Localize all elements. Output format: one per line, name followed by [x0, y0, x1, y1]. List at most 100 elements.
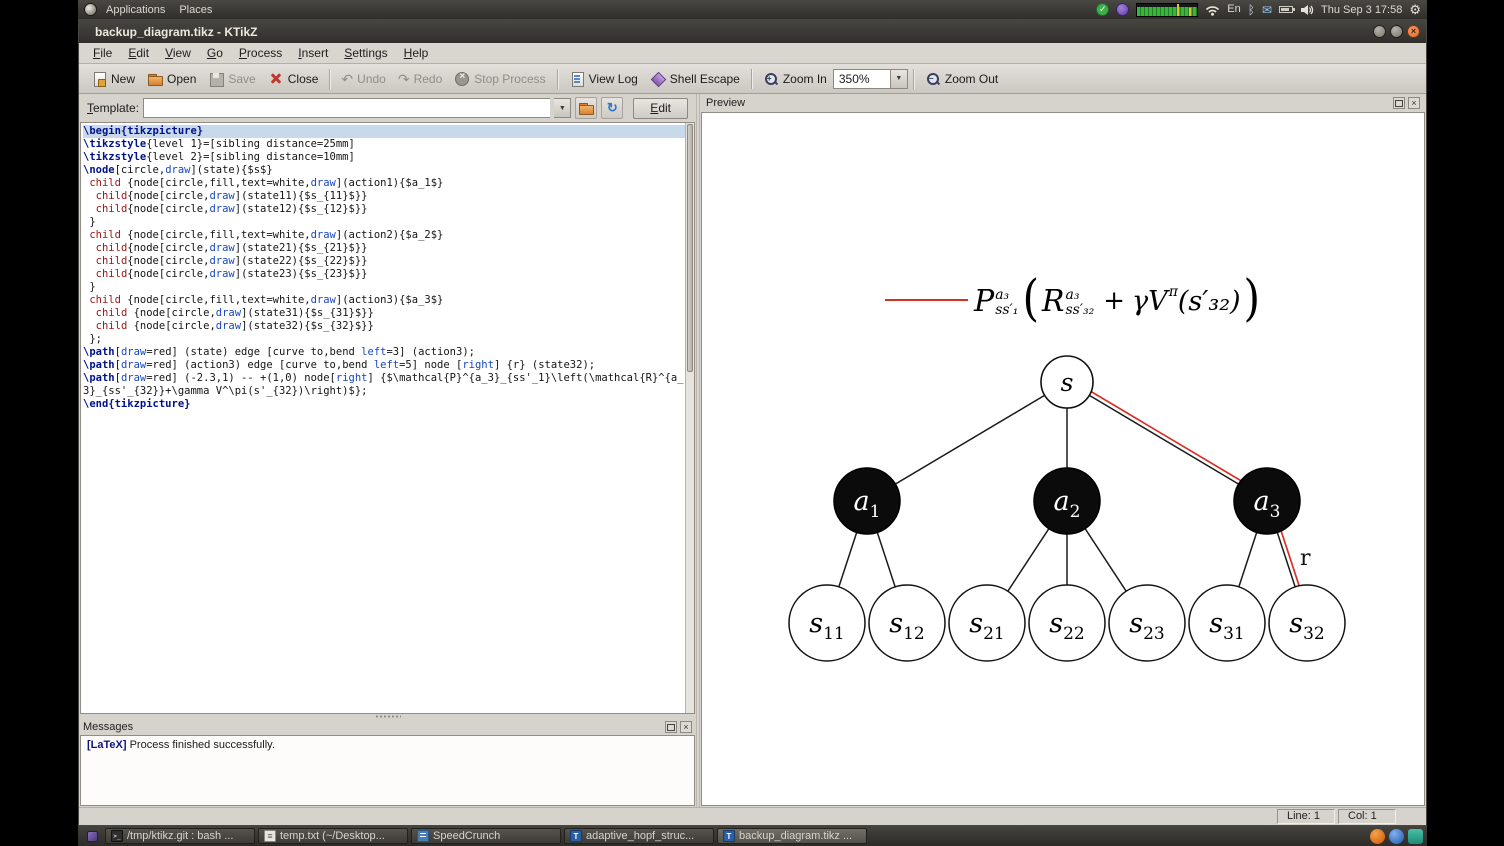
code-line[interactable]: child {node[circle,draw](state31){$s_{31…	[83, 307, 685, 320]
new-button[interactable]: New	[85, 68, 141, 90]
zoom-level-dropdown-arrow[interactable]: ▼	[890, 68, 908, 89]
maximize-button[interactable]	[1390, 25, 1403, 38]
view-log-icon	[569, 71, 585, 87]
code-line[interactable]: \path[draw=red] (state) edge [curve to,b…	[83, 346, 685, 359]
template-combobox[interactable]	[143, 98, 551, 118]
zoom-level-combobox[interactable]: 350%	[832, 68, 891, 89]
code-line[interactable]: child {node[circle,fill,text=white,draw]…	[83, 177, 685, 190]
menu-process[interactable]: Process	[231, 44, 290, 62]
status-line: Line: 1	[1277, 809, 1335, 824]
minimize-button[interactable]	[1373, 25, 1386, 38]
new-file-icon	[91, 71, 107, 87]
editor-vertical-scrollbar[interactable]	[685, 123, 694, 713]
menu-insert[interactable]: Insert	[290, 44, 336, 62]
top-panel: Applications Places ✓ En ᛒ ✉ Thu Sep 3 1…	[78, 0, 1427, 19]
distro-logo-icon[interactable]	[84, 3, 97, 16]
code-line[interactable]: child{node[circle,draw](state23){$s_{23}…	[83, 268, 685, 281]
code-editor[interactable]: \begin{tikzpicture} \tikzstyle{level 1}=[…	[80, 122, 695, 714]
show-desktop-icon	[86, 830, 98, 842]
code-line[interactable]: }	[83, 281, 685, 294]
menu-view[interactable]: View	[157, 44, 199, 62]
template-dropdown-arrow[interactable]: ▼	[554, 98, 572, 118]
template-browse-button[interactable]	[575, 97, 598, 119]
open-label: Open	[167, 71, 197, 86]
preview-float-button[interactable]	[1393, 97, 1405, 109]
code-line[interactable]: child {node[circle,draw](state32){$s_{32…	[83, 320, 685, 333]
tray-teal-icon[interactable]	[1408, 828, 1423, 844]
menu-settings[interactable]: Settings	[336, 44, 395, 62]
taskbar-item-terminal[interactable]: >_ /tmp/ktikz.git : bash ...	[105, 828, 255, 844]
save-button[interactable]: Save	[202, 68, 261, 90]
applications-menu[interactable]: Applications	[101, 3, 170, 17]
redo-button[interactable]: ↷ Redo	[392, 69, 448, 89]
close-file-button[interactable]: Close	[262, 68, 325, 90]
menu-edit[interactable]: Edit	[120, 44, 157, 62]
code-line[interactable]: \node[circle,draw](state){$s$}	[83, 164, 685, 177]
code-line[interactable]: \begin{tikzpicture}	[83, 125, 685, 138]
node-s12	[868, 584, 946, 662]
places-menu[interactable]: Places	[174, 3, 217, 17]
code-line[interactable]: }	[83, 216, 685, 229]
titlebar[interactable]: backup_diagram.tikz - KTikZ ×	[79, 20, 1426, 43]
system-monitor-graph-icon[interactable]	[1136, 2, 1199, 17]
node-s23	[1108, 584, 1186, 662]
menu-file[interactable]: File	[85, 44, 120, 62]
code-line[interactable]: child {node[circle,fill,text=white,draw]…	[83, 294, 685, 307]
desktop: Applications Places ✓ En ᛒ ✉ Thu Sep 3 1…	[78, 0, 1427, 846]
battery-fill	[1281, 8, 1289, 11]
code-line[interactable]: child{node[circle,draw](state22){$s_{22}…	[83, 255, 685, 268]
code-line[interactable]: child{node[circle,draw](state11){$s_{11}…	[83, 190, 685, 203]
code-line[interactable]: \end{tikzpicture}	[83, 398, 685, 411]
taskbar-item-adaptive-hopf[interactable]: T adaptive_hopf_struc...	[564, 828, 714, 844]
code-lines[interactable]: \begin{tikzpicture} \tikzstyle{level 1}=[…	[81, 123, 685, 713]
zoom-out-button[interactable]: − Zoom Out	[919, 68, 1004, 90]
close-button[interactable]: ×	[1407, 25, 1420, 38]
updates-ok-icon[interactable]: ✓	[1096, 3, 1110, 16]
code-line[interactable]: };	[83, 333, 685, 346]
template-edit-button[interactable]: Edit	[633, 97, 688, 119]
taskbar-item-label: SpeedCrunch	[433, 830, 501, 842]
mail-icon[interactable]: ✉	[1262, 4, 1272, 16]
code-line[interactable]: child {node[circle,fill,text=white,draw]…	[83, 229, 685, 242]
view-log-button[interactable]: View Log	[563, 68, 644, 90]
keyboard-layout-indicator[interactable]: En	[1227, 4, 1240, 15]
code-line[interactable]: \tikzstyle{level 1}=[sibling distance=25…	[83, 138, 685, 151]
open-button[interactable]: Open	[141, 68, 202, 90]
taskbar-item-temp-txt[interactable]: ≡ temp.txt (~/Desktop...	[258, 828, 408, 844]
shell-escape-button[interactable]: Shell Escape	[644, 68, 746, 90]
stop-process-button[interactable]: × Stop Process	[448, 68, 551, 90]
volume-icon[interactable]	[1300, 4, 1314, 16]
code-line[interactable]: \path[draw=red] (action3) edge [curve to…	[83, 359, 685, 372]
code-line[interactable]: \path[draw=red] (-2.3,1) -- +(1,0) node[…	[83, 372, 685, 398]
taskbar-item-speedcrunch[interactable]: SpeedCrunch	[411, 828, 561, 844]
battery-icon[interactable]	[1279, 6, 1295, 13]
menu-help[interactable]: Help	[396, 44, 437, 62]
session-indicator-icon[interactable]	[1116, 3, 1130, 16]
toolbar-separator	[329, 68, 331, 89]
zoom-level-value: 350%	[838, 71, 870, 86]
zoom-in-button[interactable]: + Zoom In	[757, 68, 833, 90]
graph-area	[1137, 6, 1198, 16]
power-gear-icon[interactable]: ⚙	[1409, 3, 1421, 16]
bluetooth-icon[interactable]: ᛒ	[1248, 4, 1255, 16]
shell-escape-icon	[650, 71, 666, 87]
code-line[interactable]: child{node[circle,draw](state12){$s_{12}…	[83, 203, 685, 216]
template-reload-button[interactable]: ↻	[601, 97, 624, 119]
clock[interactable]: Thu Sep 3 17:58	[1321, 4, 1402, 16]
show-desktop-button[interactable]	[82, 828, 102, 844]
taskbar-item-backup-diagram[interactable]: T backup_diagram.tikz ...	[717, 828, 867, 844]
graph-spike	[1177, 3, 1180, 16]
menu-go[interactable]: Go	[199, 44, 231, 62]
tray-orange-icon[interactable]	[1370, 828, 1385, 844]
latex-tag: [LaTeX]	[87, 739, 127, 751]
tray-blue-icon[interactable]	[1389, 828, 1404, 844]
editor-column: Template: ▼ ↻ Edit \begin{tikzpicture} \t…	[79, 94, 696, 807]
wifi-icon[interactable]	[1205, 4, 1220, 16]
scrollbar-thumb[interactable]	[687, 124, 693, 372]
undo-button[interactable]: ↶ Undo	[335, 69, 391, 89]
messages-float-button[interactable]	[665, 721, 677, 733]
messages-close-button[interactable]: ×	[680, 721, 692, 733]
code-line[interactable]: \tikzstyle{level 2}=[sibling distance=10…	[83, 151, 685, 164]
preview-close-button[interactable]: ×	[1408, 97, 1420, 109]
code-line[interactable]: child{node[circle,draw](state21){$s_{21}…	[83, 242, 685, 255]
